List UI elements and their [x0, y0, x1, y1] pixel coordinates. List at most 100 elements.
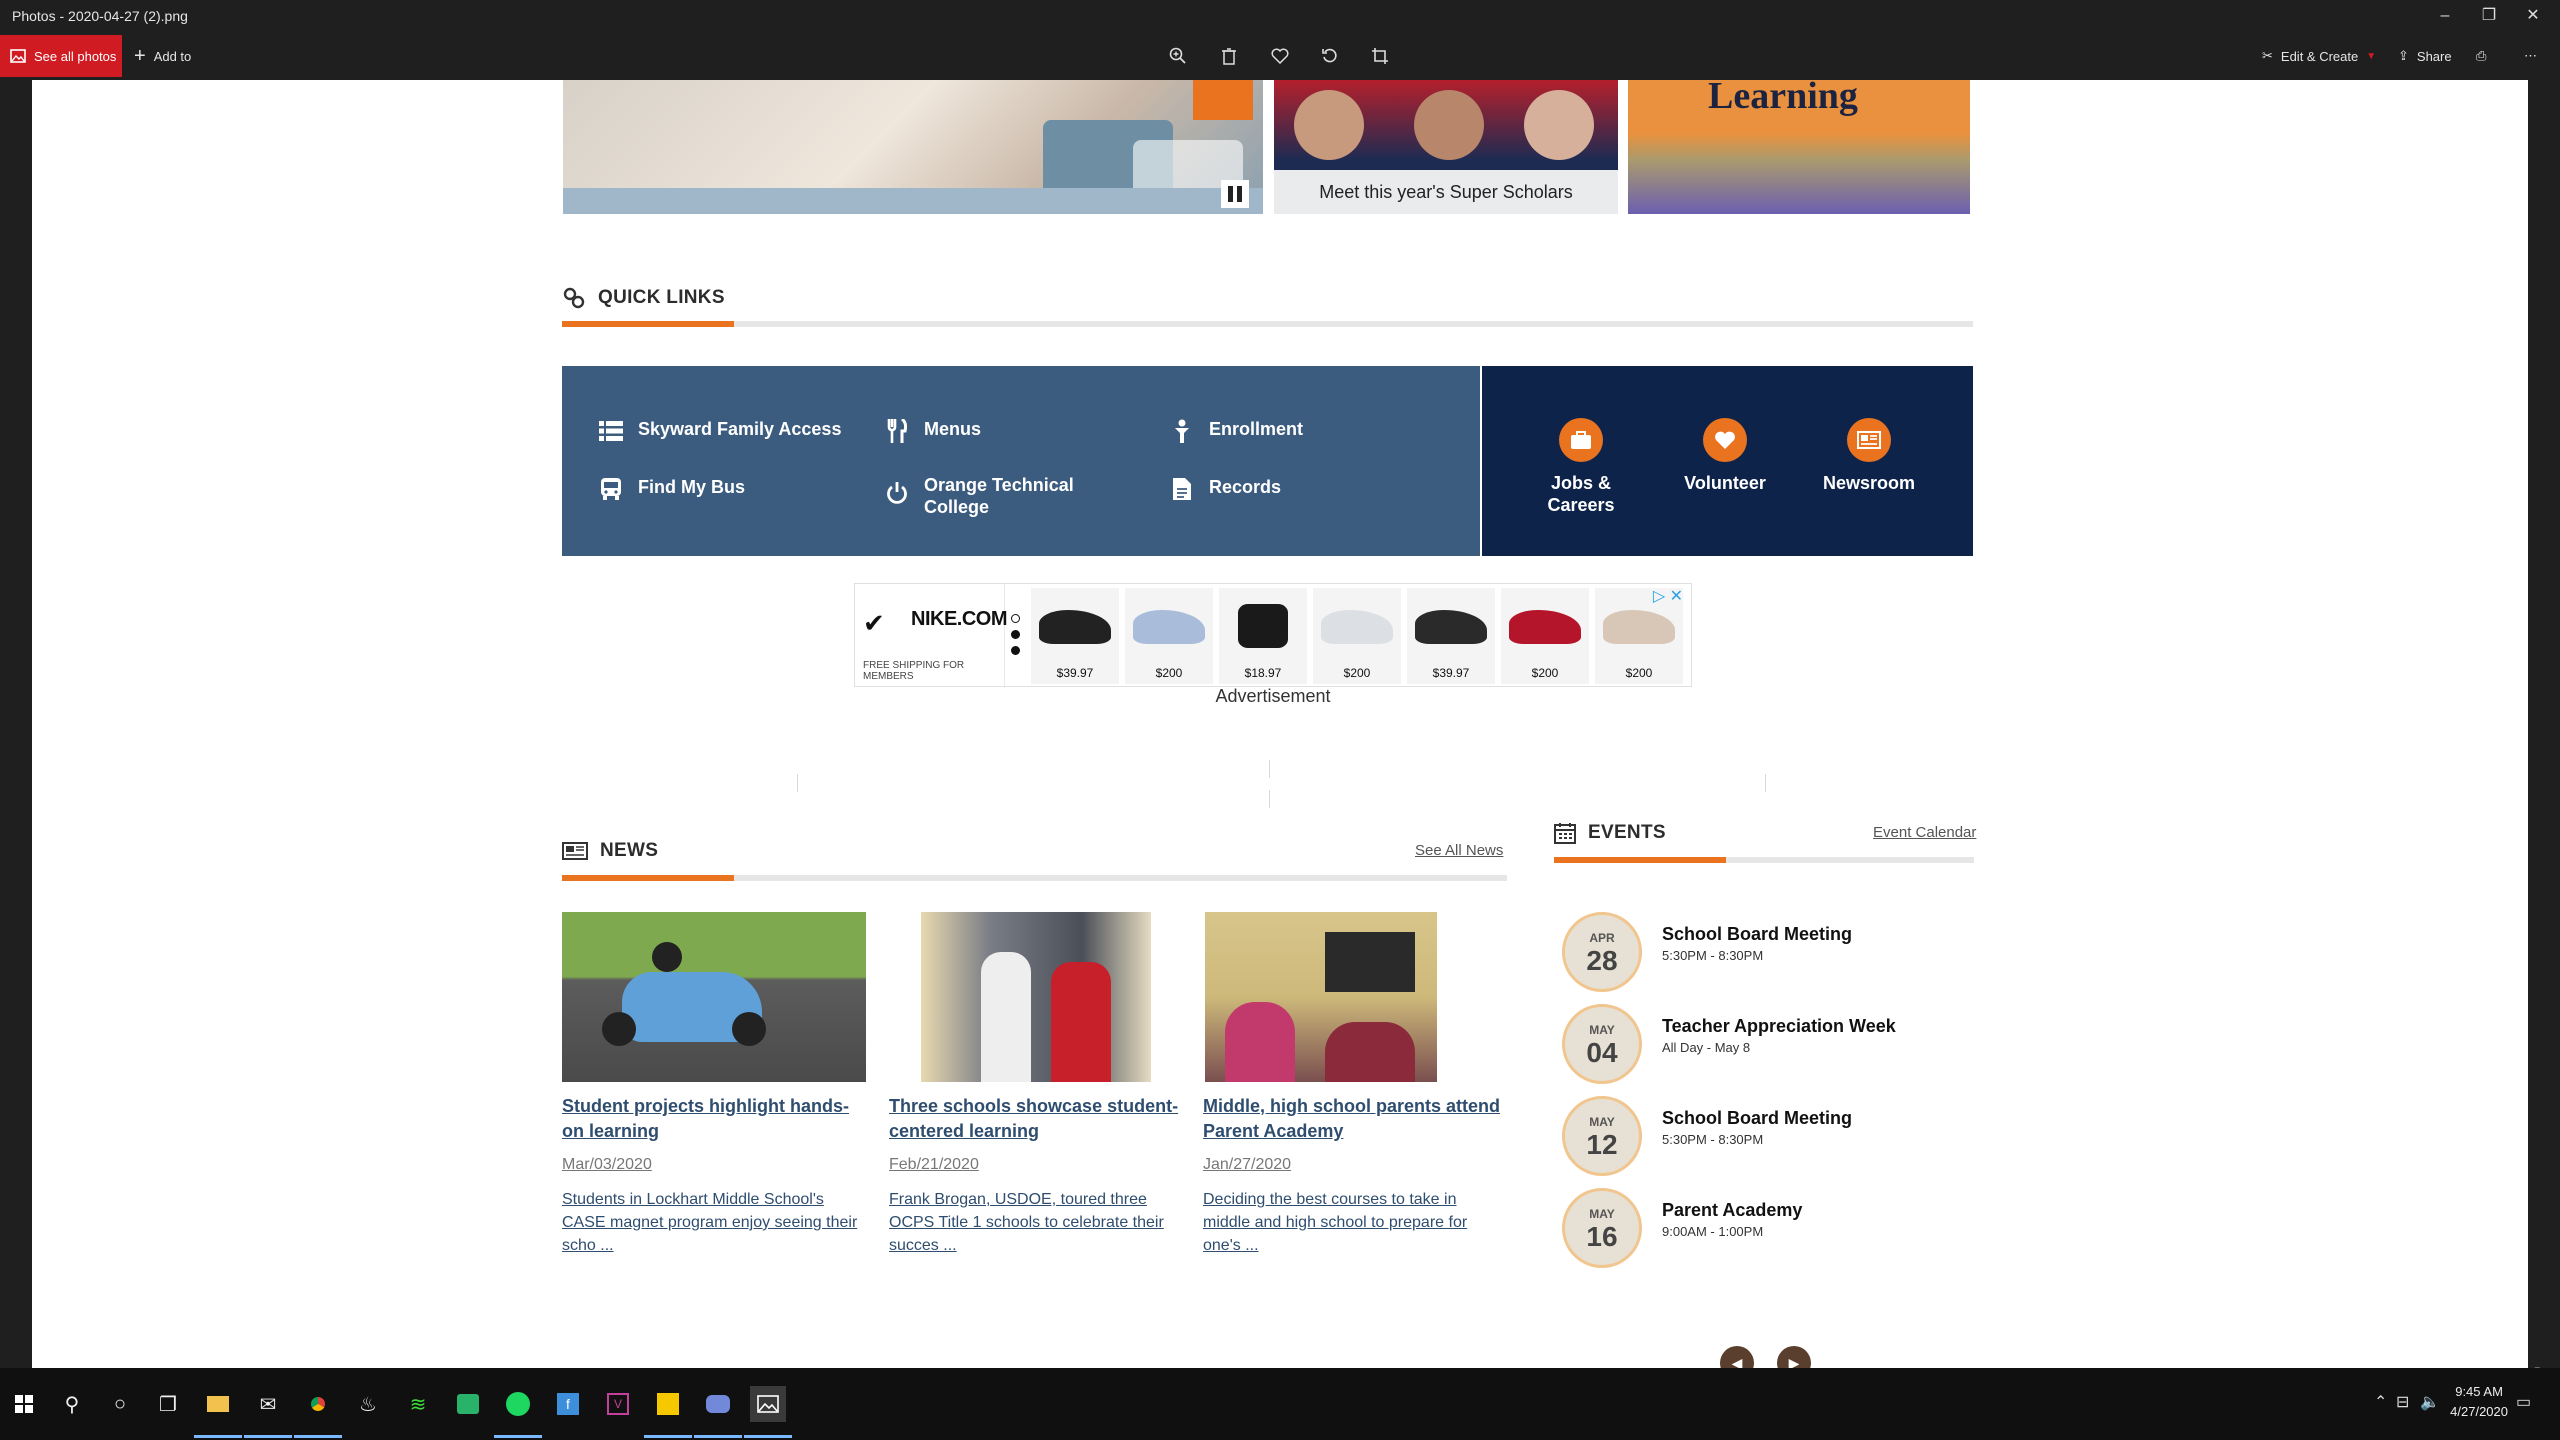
event-title[interactable]: School Board Meeting	[1662, 924, 1852, 945]
chevron-down-icon: ▼	[2366, 50, 2377, 62]
ad-product[interactable]: $39.97	[1031, 588, 1119, 684]
event-item[interactable]: APR 28 School Board Meeting 5:30PM - 8:3…	[1562, 912, 1982, 996]
volume-icon[interactable]: 🔈	[2420, 1392, 2440, 1412]
nike-swoosh-icon: ✔	[863, 608, 885, 638]
ad-carousel-dots[interactable]	[1011, 614, 1023, 662]
event-item[interactable]: MAY 16 Parent Academy 9:00AM - 1:00PM	[1562, 1188, 1982, 1272]
ad-brand-name: NIKE.COM	[911, 608, 1008, 630]
news-card[interactable]: Middle, high school parents attend Paren…	[1203, 912, 1503, 1257]
event-month: MAY	[1589, 1115, 1615, 1129]
crop-icon[interactable]	[1368, 44, 1392, 68]
start-windows-icon[interactable]	[6, 1386, 42, 1422]
news-summary[interactable]: Deciding the best courses to take in mid…	[1203, 1188, 1503, 1257]
video-app-icon[interactable]: V	[600, 1386, 636, 1422]
see-all-photos-label: See all photos	[34, 48, 117, 64]
event-item[interactable]: MAY 12 School Board Meeting 5:30PM - 8:3…	[1562, 1096, 1982, 1180]
news-image-race-car[interactable]	[562, 912, 866, 1082]
pause-icon[interactable]	[1221, 180, 1249, 208]
quick-link-volunteer[interactable]: Volunteer	[1665, 418, 1785, 494]
event-title[interactable]: Teacher Appreciation Week	[1662, 1016, 1896, 1037]
quick-link-jobs-careers[interactable]: Jobs & Careers	[1521, 418, 1641, 516]
news-card[interactable]: Three schools showcase student-centered …	[889, 912, 1189, 1257]
event-time: 5:30PM - 8:30PM	[1662, 948, 1764, 963]
learning-tile-text: Learning	[1708, 80, 1858, 117]
chevron-up-icon[interactable]: ⌃	[2374, 1392, 2387, 1412]
event-item[interactable]: MAY 04 Teacher Appreciation Week All Day…	[1562, 1004, 1982, 1088]
news-summary[interactable]: Frank Brogan, USDOE, toured three OCPS T…	[889, 1188, 1189, 1257]
zoom-icon[interactable]	[1166, 44, 1190, 68]
share-button[interactable]: ⇪ Share	[2398, 35, 2452, 77]
ad-product[interactable]: $200	[1125, 588, 1213, 684]
event-title[interactable]: School Board Meeting	[1662, 1108, 1852, 1129]
quick-link-skyward[interactable]: Skyward Family Access	[598, 418, 841, 444]
news-headline[interactable]: Student projects highlight hands-on lear…	[562, 1094, 867, 1144]
quick-link-orange-technical-college[interactable]: Orange Technical College	[884, 474, 1084, 518]
nike-advertisement[interactable]: ✔ NIKE.COM FREE SHIPPING FOR MEMBERS $39…	[854, 583, 1692, 688]
task-view-icon[interactable]: ❐	[150, 1386, 186, 1422]
search-icon[interactable]: ⚲	[54, 1386, 90, 1422]
event-day: 04	[1586, 1037, 1618, 1068]
utensils-icon	[884, 418, 910, 444]
adchoices-icon[interactable]: ▷ ✕	[1653, 586, 1683, 606]
see-all-photos-button[interactable]: See all photos	[0, 35, 122, 77]
quick-link-newsroom[interactable]: Newsroom	[1809, 418, 1929, 494]
news-heading: NEWS	[562, 840, 658, 862]
rotate-icon[interactable]	[1318, 44, 1342, 68]
event-time: 5:30PM - 8:30PM	[1662, 1132, 1764, 1147]
person-icon	[1169, 418, 1195, 444]
notifications-icon[interactable]: ▭	[2516, 1392, 2531, 1412]
quick-link-enrollment[interactable]: Enrollment	[1169, 418, 1303, 444]
edit-create-label: Edit & Create	[2280, 48, 2359, 64]
network-icon[interactable]: ⊟	[2396, 1392, 2409, 1412]
add-to-button[interactable]: + Add to	[134, 35, 191, 77]
ad-product[interactable]: $200	[1313, 588, 1401, 684]
more-options-button[interactable]: ⋯	[2524, 35, 2537, 77]
photo-canvas[interactable]: Meet this year's Super Scholars Learning…	[32, 80, 2528, 1368]
chrome-icon[interactable]	[294, 1386, 342, 1438]
mail-icon[interactable]: ✉	[244, 1386, 292, 1438]
steam-icon[interactable]: ♨	[350, 1386, 386, 1422]
learning-tile[interactable]: Learning	[1628, 80, 1970, 214]
edit-create-button[interactable]: ✂ Edit & Create ▼	[2262, 35, 2376, 77]
quick-link-records[interactable]: Records	[1169, 476, 1281, 502]
news-image-classroom-visit[interactable]	[921, 912, 1151, 1082]
f-lux-icon[interactable]: f	[550, 1386, 586, 1422]
see-all-news-link[interactable]: See All News	[1415, 842, 1503, 859]
discord-icon[interactable]	[694, 1386, 742, 1438]
events-prev-button[interactable]: ◀	[1720, 1346, 1754, 1368]
minimize-button[interactable]: –	[2420, 0, 2470, 32]
events-next-button[interactable]: ▶	[1777, 1346, 1811, 1368]
favorite-heart-icon[interactable]	[1268, 44, 1292, 68]
chat-app-icon[interactable]	[450, 1386, 486, 1422]
super-scholars-tile[interactable]: Meet this year's Super Scholars	[1274, 80, 1618, 214]
news-card[interactable]: Student projects highlight hands-on lear…	[562, 912, 867, 1257]
ad-product[interactable]: $200	[1501, 588, 1589, 684]
quick-link-menus[interactable]: Menus	[884, 418, 981, 444]
restore-button[interactable]: ❐	[2464, 0, 2514, 32]
ad-product[interactable]: $18.97	[1219, 588, 1307, 684]
event-title[interactable]: Parent Academy	[1662, 1200, 1802, 1221]
file-explorer-icon[interactable]	[194, 1386, 242, 1438]
ad-product[interactable]: $39.97	[1407, 588, 1495, 684]
divider	[1765, 774, 1766, 792]
cortana-icon[interactable]: ○	[102, 1386, 138, 1422]
news-image-parent-academy[interactable]	[1205, 912, 1437, 1082]
print-button[interactable]: ⎙	[2476, 35, 2486, 77]
ad-price: $200	[1625, 666, 1653, 680]
event-time: 9:00AM - 1:00PM	[1662, 1224, 1764, 1239]
event-calendar-link[interactable]: Event Calendar	[1873, 824, 1976, 841]
taskbar-clock[interactable]: 9:45 AM 4/27/2020	[2450, 1382, 2508, 1422]
photos-app-icon[interactable]	[744, 1386, 792, 1438]
razer-icon[interactable]: ≋	[400, 1386, 436, 1422]
quick-link-find-my-bus[interactable]: Find My Bus	[598, 476, 745, 502]
delete-icon[interactable]	[1217, 44, 1241, 68]
sticky-notes-icon[interactable]	[644, 1386, 692, 1438]
close-button[interactable]: ✕	[2508, 0, 2558, 32]
spotify-icon[interactable]	[494, 1386, 542, 1438]
news-rule	[562, 875, 1507, 881]
news-summary[interactable]: Students in Lockhart Middle School's CAS…	[562, 1188, 867, 1257]
news-headline[interactable]: Three schools showcase student-centered …	[889, 1094, 1189, 1144]
news-headline[interactable]: Middle, high school parents attend Paren…	[1203, 1094, 1503, 1144]
ad-brand-panel[interactable]: ✔ NIKE.COM FREE SHIPPING FOR MEMBERS	[855, 584, 1008, 688]
quick-links-rule	[562, 321, 1973, 327]
